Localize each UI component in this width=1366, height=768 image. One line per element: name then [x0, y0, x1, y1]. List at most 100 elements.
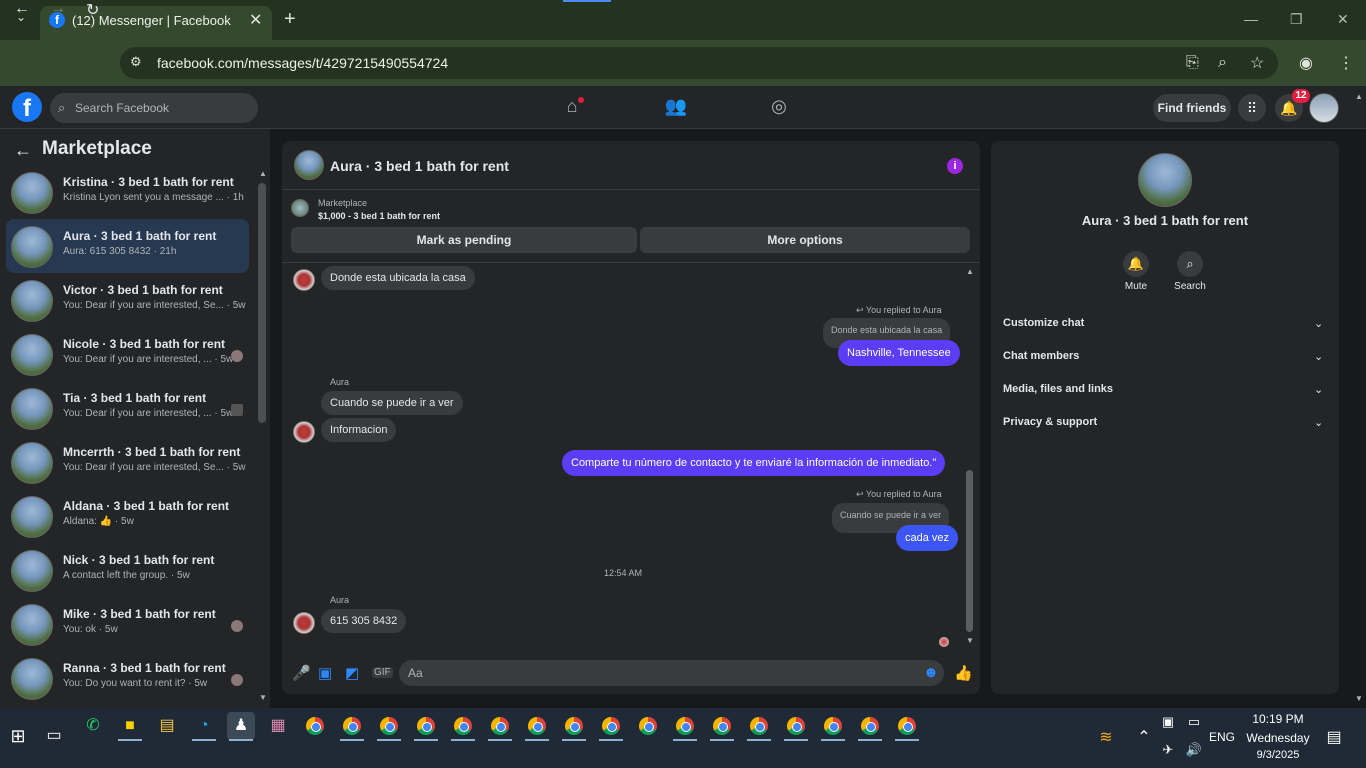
profile-avatar[interactable]: [1138, 153, 1192, 207]
page-scroll-down-icon[interactable]: ▼: [1355, 694, 1363, 703]
chrome-icon[interactable]: [523, 712, 551, 741]
conversation-item-active[interactable]: Aura · 3 bed 1 bath for rent Aura: 615 3…: [6, 219, 249, 273]
volume-icon[interactable]: 🔊: [1180, 736, 1208, 764]
sticker-icon[interactable]: ◩: [345, 664, 359, 682]
reload-icon[interactable]: ↻: [86, 0, 99, 20]
zoom-icon[interactable]: ⌕: [1218, 54, 1227, 72]
chevron-down-icon[interactable]: ⌄: [1314, 350, 1323, 363]
conversation-item[interactable]: Nicole · 3 bed 1 bath for rent You: Dear…: [6, 327, 249, 381]
conversation-item[interactable]: Nick · 3 bed 1 bath for rent A contact l…: [6, 543, 249, 597]
chat-scrollbar[interactable]: [966, 470, 973, 632]
sender-avatar[interactable]: [293, 612, 315, 634]
clock-date[interactable]: 9/3/2025: [1240, 749, 1316, 761]
chrome-icon[interactable]: [301, 712, 329, 740]
chat-members-section[interactable]: Chat members: [1003, 350, 1079, 362]
outgoing-message[interactable]: Comparte tu número de contacto y te envi…: [562, 450, 946, 476]
chrome-icon[interactable]: [634, 712, 662, 740]
photo-icon[interactable]: ▣: [318, 664, 332, 682]
mute-bell-icon[interactable]: 🔔: [1123, 251, 1149, 277]
chat-title[interactable]: Aura · 3 bed 1 bath for rent: [330, 158, 509, 174]
display-icon[interactable]: ▭: [1180, 708, 1208, 736]
listing-title[interactable]: $1,000 - 3 bed 1 bath for rent: [318, 211, 440, 221]
chrome-icon[interactable]: [486, 712, 514, 741]
outgoing-message[interactable]: cada vez: [896, 525, 959, 551]
listing-thumbnail[interactable]: [291, 199, 309, 217]
chrome-icon[interactable]: [375, 712, 403, 741]
chrome-icon[interactable]: [819, 712, 847, 741]
chrome-icon[interactable]: [560, 712, 588, 741]
media-files-links-section[interactable]: Media, files and links: [1003, 383, 1113, 395]
user-avatar[interactable]: [1309, 93, 1339, 123]
profile-icon[interactable]: ◉: [1299, 53, 1313, 73]
chrome-icon[interactable]: [745, 712, 773, 741]
message-input[interactable]: [399, 660, 944, 686]
chrome-icon[interactable]: [856, 712, 884, 741]
restore-icon[interactable]: ❐: [1290, 11, 1303, 28]
scroll-up-icon[interactable]: ▲: [966, 267, 974, 276]
camera-icon[interactable]: ▣: [1154, 708, 1182, 736]
chevron-down-icon[interactable]: ⌄: [1314, 317, 1323, 330]
notification-center-icon[interactable]: ▤: [1320, 724, 1348, 752]
close-tab-icon[interactable]: ✕: [249, 10, 262, 30]
conversation-item[interactable]: Mncerrth · 3 bed 1 bath for rent You: De…: [6, 435, 249, 489]
incoming-message[interactable]: Cuando se puede ir a ver: [321, 391, 463, 415]
back-icon[interactable]: ←: [14, 0, 30, 18]
info-icon[interactable]: i: [947, 158, 963, 174]
conversation-item[interactable]: Victor · 3 bed 1 bath for rent You: Dear…: [6, 273, 249, 327]
friends-icon[interactable]: 👥: [662, 96, 690, 120]
chrome-icon[interactable]: [338, 712, 366, 741]
chrome-icon[interactable]: [708, 712, 736, 741]
privacy-support-section[interactable]: Privacy & support: [1003, 416, 1097, 428]
bookmark-star-icon[interactable]: ☆: [1250, 53, 1264, 73]
windows-start-icon[interactable]: ⊞: [4, 722, 32, 750]
install-app-icon[interactable]: ⎘: [1186, 54, 1199, 72]
conversation-item[interactable]: Kristina · 3 bed 1 bath for rent Kristin…: [6, 165, 249, 219]
conversation-item[interactable]: Mike · 3 bed 1 bath for rent You: ok · 5…: [6, 597, 249, 651]
mark-as-pending-button[interactable]: Mark as pending: [291, 227, 637, 253]
sticky-notes-icon[interactable]: ■: [116, 712, 144, 741]
minimize-icon[interactable]: —: [1244, 11, 1258, 27]
tray-app-icon[interactable]: ≋: [1092, 724, 1120, 752]
groups-icon[interactable]: ◎: [765, 96, 793, 120]
back-arrow-icon[interactable]: ←: [14, 140, 32, 161]
incoming-message[interactable]: Donde esta ubicada la casa: [321, 266, 475, 290]
gif-icon[interactable]: GIF: [372, 667, 393, 678]
app-icon[interactable]: ♟: [227, 712, 255, 741]
find-friends-button[interactable]: Find friends: [1153, 94, 1231, 122]
microphone-icon[interactable]: 🎤: [292, 664, 311, 682]
chevron-down-icon[interactable]: ⌄: [1314, 383, 1323, 396]
url-text[interactable]: facebook.com/messages/t/4297215490554724: [157, 55, 448, 71]
chrome-icon[interactable]: [597, 712, 625, 741]
sender-avatar[interactable]: [293, 269, 315, 291]
conversation-item[interactable]: Tia · 3 bed 1 bath for rent You: Dear if…: [6, 381, 249, 435]
language-indicator[interactable]: ENG: [1209, 730, 1235, 744]
chat-avatar[interactable]: [294, 150, 324, 180]
menu-kebab-icon[interactable]: ⋮: [1338, 53, 1354, 73]
chrome-icon[interactable]: [412, 712, 440, 741]
chrome-icon[interactable]: [893, 712, 921, 741]
forward-icon[interactable]: →: [50, 0, 66, 18]
conversation-item[interactable]: Ranna · 3 bed 1 bath for rent You: Do yo…: [6, 651, 249, 705]
edge-icon[interactable]: ◔: [190, 712, 218, 741]
facebook-logo-icon[interactable]: f: [12, 92, 42, 122]
incoming-message[interactable]: 615 305 8432: [321, 609, 407, 633]
scroll-down-icon[interactable]: ▼: [966, 636, 974, 645]
conversation-item[interactable]: Aldana · 3 bed 1 bath for rent Aldana: 👍…: [6, 489, 249, 543]
clock-time[interactable]: 10:19 PM: [1240, 712, 1316, 726]
search-icon[interactable]: ⌕: [1177, 251, 1203, 277]
chrome-icon[interactable]: [782, 712, 810, 741]
emoji-icon[interactable]: ☻: [923, 664, 939, 681]
thumbs-up-icon[interactable]: 👍: [954, 664, 973, 682]
sidebar-scrollbar[interactable]: [258, 183, 266, 423]
incoming-message[interactable]: Informacion: [321, 418, 397, 442]
more-options-button[interactable]: More options: [640, 227, 970, 253]
sender-avatar[interactable]: [293, 421, 315, 443]
app-icon[interactable]: ▦: [264, 712, 292, 740]
task-view-icon[interactable]: ▭: [40, 722, 68, 750]
clock-day[interactable]: Wednesday: [1240, 731, 1316, 745]
outgoing-message[interactable]: Nashville, Tennessee: [838, 340, 960, 366]
close-window-icon[interactable]: ✕: [1337, 11, 1349, 28]
scroll-up-icon[interactable]: ▲: [259, 169, 267, 178]
chrome-icon[interactable]: [449, 712, 477, 741]
customize-chat-section[interactable]: Customize chat: [1003, 317, 1084, 329]
